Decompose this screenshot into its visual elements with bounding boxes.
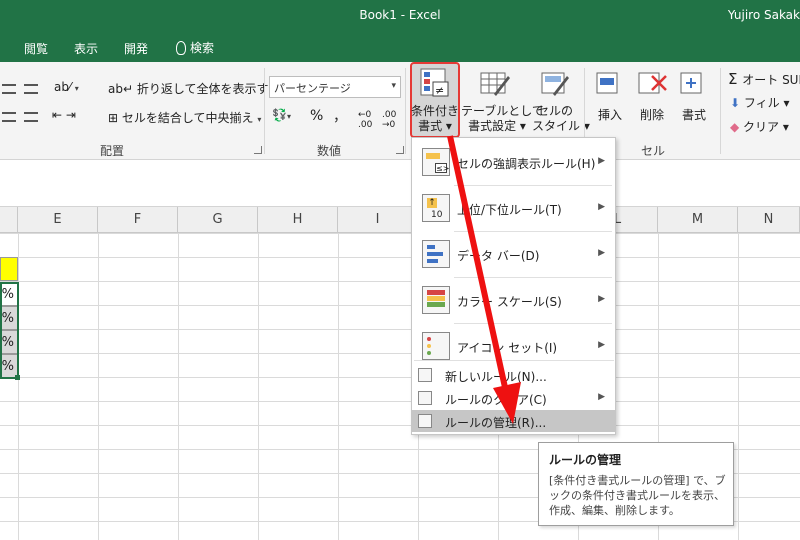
- tooltip-description: [条件付き書式ルールの管理] で、ブックの条件付き書式ルールを表示、作成、編集、…: [549, 474, 726, 517]
- tooltip: ルールの管理 [条件付き書式ルールの管理] で、ブックの条件付き書式ルールを表示…: [538, 442, 734, 526]
- tooltip-title: ルールの管理: [549, 453, 622, 467]
